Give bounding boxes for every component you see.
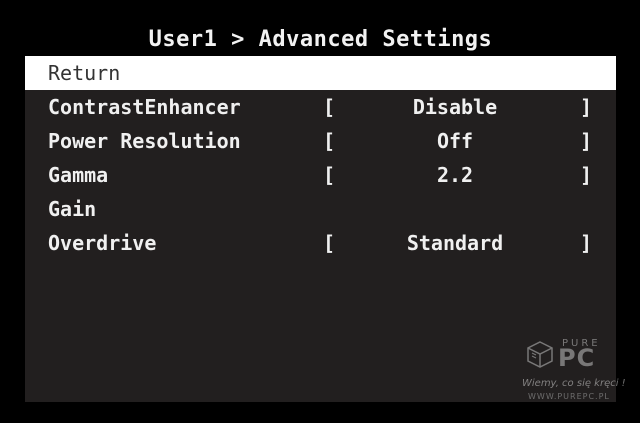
purepc-cube-logo-icon: [527, 341, 553, 368]
monitor-screen: User1 > Advanced Settings Return Contras…: [0, 0, 640, 423]
value-bracket-close: ]: [580, 129, 593, 153]
value-bracket-open: [: [323, 163, 336, 187]
menu-item-gain[interactable]: Gain: [25, 192, 616, 226]
value-bracket-close: ]: [580, 163, 593, 187]
menu-item-overdrive[interactable]: Overdrive [ Standard ]: [25, 226, 616, 260]
menu-item-contrast-enhancer[interactable]: ContrastEnhancer [ Disable ]: [25, 90, 616, 124]
menu-item-return[interactable]: Return: [25, 56, 616, 90]
menu-item-label: Gamma: [48, 163, 109, 187]
menu-item-label: Return: [48, 61, 121, 85]
value-bracket-close: ]: [580, 231, 593, 255]
menu-item-power-resolution[interactable]: Power Resolution [ Off ]: [25, 124, 616, 158]
watermark-brand-main: PC: [558, 344, 596, 372]
osd-title: User1 > Advanced Settings: [148, 26, 493, 52]
value-bracket-open: [: [323, 231, 336, 255]
watermark-url: WWW.PUREPC.PL: [528, 392, 610, 401]
menu-item-label: ContrastEnhancer: [48, 95, 241, 119]
menu-item-value: Off: [436, 129, 474, 153]
menu-item-label: Overdrive: [48, 231, 157, 255]
value-bracket-close: ]: [580, 95, 593, 119]
value-bracket-open: [: [323, 95, 336, 119]
menu-item-value: 2.2: [436, 163, 474, 187]
menu-item-value: Standard: [406, 231, 504, 255]
menu-item-label: Power Resolution: [48, 129, 241, 153]
purepc-watermark: PURE PC Wiemy, co się kręci ! WWW.PUREPC…: [522, 338, 630, 408]
value-bracket-open: [: [323, 129, 336, 153]
menu-item-gamma[interactable]: Gamma [ 2.2 ]: [25, 158, 616, 192]
menu-item-label: Gain: [48, 197, 97, 221]
osd-title-bar: User1 > Advanced Settings: [25, 22, 616, 56]
menu-item-value: Disable: [412, 95, 498, 119]
watermark-slogan: Wiemy, co się kręci !: [522, 378, 626, 389]
